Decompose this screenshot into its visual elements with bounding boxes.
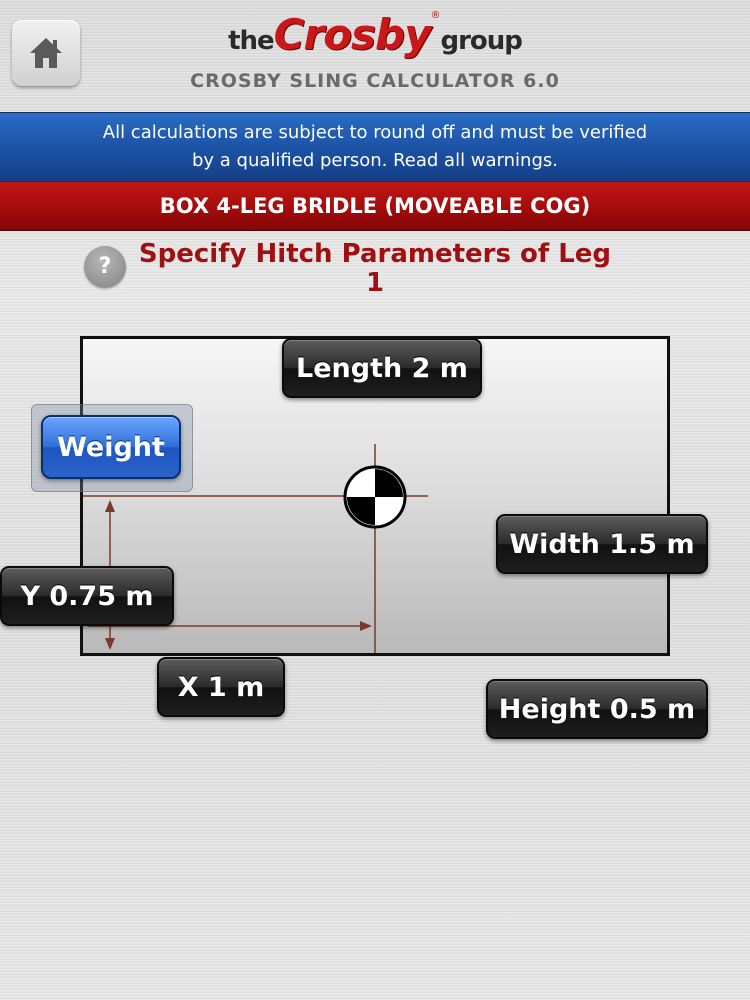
length-button[interactable]: Length 2 m [282, 338, 482, 398]
y-arrow-top [105, 500, 115, 512]
logo-group: group [440, 26, 523, 56]
page-heading: Specify Hitch Parameters of Leg 1 [130, 240, 620, 298]
length-label: Length 2 m [296, 352, 468, 384]
height-label: Height 0.5 m [498, 693, 696, 725]
section-title: BOX 4-LEG BRIDLE (MOVEABLE COG) [0, 182, 750, 231]
weight-button[interactable]: Weight [41, 415, 181, 479]
x-offset-button[interactable]: X 1 m [157, 657, 285, 717]
x-offset-label: X 1 m [177, 671, 265, 703]
warning-line-2: by a qualified person. Read all warnings… [191, 150, 558, 171]
y-offset-label: Y 0.75 m [20, 580, 154, 612]
app-title: CROSBY SLING CALCULATOR 6.0 [190, 70, 560, 92]
logo-brand: Crosby [273, 10, 432, 59]
width-button[interactable]: Width 1.5 m [496, 514, 708, 574]
center-of-gravity-icon [343, 465, 407, 529]
weight-label: Weight [57, 431, 165, 463]
y-offset-button[interactable]: Y 0.75 m [0, 566, 174, 626]
x-arrow-right [360, 621, 372, 631]
warning-line-1: All calculations are subject to round of… [102, 122, 648, 143]
width-label: Width 1.5 m [509, 528, 695, 560]
crosby-logo: theCrosby® group [0, 10, 750, 59]
header: theCrosby® group CROSBY SLING CALCULATOR … [0, 0, 750, 112]
help-icon[interactable]: ? [84, 246, 126, 288]
warning-banner: All calculations are subject to round of… [0, 112, 750, 182]
logo-the: the [228, 26, 275, 56]
height-button[interactable]: Height 0.5 m [486, 679, 708, 739]
y-arrow-bottom [105, 638, 115, 650]
logo-registered: ® [430, 10, 441, 21]
heading-line-2: 1 [365, 268, 385, 298]
heading-line-1: Specify Hitch Parameters of Leg [138, 239, 612, 269]
